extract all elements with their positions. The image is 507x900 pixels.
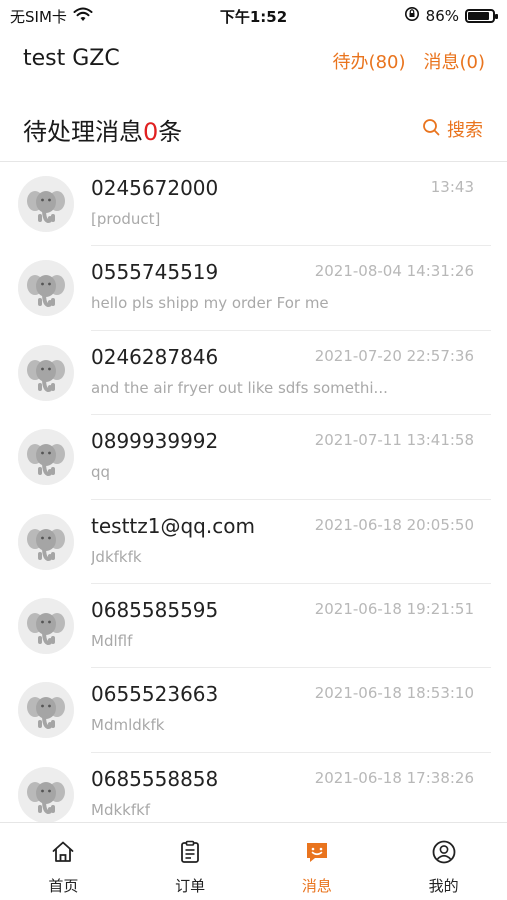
todo-link[interactable]: 待办(80)	[333, 48, 406, 74]
pending-count: 0	[143, 118, 159, 146]
pending-messages-section: 待处理消息0条 搜索	[0, 100, 507, 162]
message-time: 2021-06-18 17:38:26	[314, 768, 474, 787]
message-contact: 0555745519	[91, 260, 219, 285]
tab-bar: 首页 订单 消息 我的	[0, 822, 507, 900]
elephant-avatar-icon	[18, 260, 74, 317]
shop-name: test GZC	[23, 46, 120, 71]
tab-home-label: 首页	[48, 877, 79, 895]
tab-mine-label: 我的	[428, 877, 459, 895]
message-contact: 0246287846	[91, 344, 219, 369]
status-right: 86%	[404, 6, 498, 26]
message-time: 13:43	[430, 178, 474, 196]
message-preview: [product]	[91, 210, 161, 228]
message-row[interactable]: testtz1@qq.com 2021-06-18 20:05:50 Jdkfkfk	[0, 500, 507, 585]
tab-messages-label: 消息	[301, 877, 332, 895]
message-contact: 0245672000	[91, 176, 219, 200]
search-icon	[422, 118, 440, 141]
message-row[interactable]: 0655523663 2021-06-18 18:53:10 Mdmldkfk	[0, 668, 507, 754]
orientation-lock-icon	[404, 6, 420, 26]
section-title-suffix: 条	[158, 118, 183, 146]
elephant-avatar-icon	[18, 176, 74, 232]
elephant-avatar-icon	[18, 429, 74, 486]
elephant-avatar-icon	[18, 513, 74, 570]
elephant-avatar-icon	[18, 344, 74, 401]
message-row[interactable]: 0555745519 2021-08-04 14:31:26 hello pls s…	[0, 246, 507, 332]
section-title: 待处理消息0条	[23, 112, 182, 147]
tab-messages[interactable]: 消息	[254, 823, 381, 900]
message-time: 2021-06-18 20:05:50	[314, 515, 474, 534]
header-links: 待办(80) 消息(0)	[333, 48, 485, 74]
message-time: 2021-06-18 18:53:10	[314, 684, 474, 703]
message-time: 2021-07-11 13:41:58	[314, 431, 474, 450]
message-row[interactable]: 0245672000 13:43 [product]	[0, 162, 507, 247]
message-preview: Mdlflf	[91, 631, 133, 650]
message-row[interactable]: 0246287846 2021-07-20 22:57:36 and the air…	[0, 331, 507, 416]
status-bar: 无SIM卡 下午1:52 86%	[0, 0, 507, 32]
message-preview: Mdmldkfk	[91, 716, 165, 735]
tab-mine[interactable]: 我的	[380, 823, 507, 900]
message-row[interactable]: 0685558858 2021-06-18 17:38:26 Mdkkfkf	[0, 753, 507, 822]
battery-icon	[465, 9, 498, 23]
message-row[interactable]: 0685585595 2021-06-18 19:21:51 Mdlflf	[0, 584, 507, 669]
message-preview: Mdkkfkf	[91, 800, 151, 819]
message-contact: testtz1@qq.com	[91, 513, 255, 538]
message-time: 2021-08-04 14:31:26	[314, 262, 474, 281]
elephant-avatar-icon	[18, 597, 74, 654]
tab-orders[interactable]: 订单	[127, 823, 254, 900]
messages-link[interactable]: 消息(0)	[424, 48, 486, 74]
message-preview: Jdkfkfk	[91, 547, 142, 566]
section-title-prefix: 待处理消息	[23, 118, 143, 146]
battery-fill	[468, 12, 489, 20]
message-contact: 0655523663	[91, 682, 219, 707]
tab-orders-label: 订单	[175, 877, 206, 895]
message-list[interactable]: 0245672000 13:43 [product] 0555745519 2021-0…	[0, 162, 507, 822]
message-contact: 0899939992	[91, 429, 219, 454]
elephant-avatar-icon	[18, 766, 74, 822]
user-icon	[431, 839, 457, 869]
message-preview: and the air fryer out like sdfs somethi.…	[91, 378, 388, 397]
app-screen: 无SIM卡 下午1:52 86% test GZC 待办(80) 消息(0) 待…	[0, 0, 507, 900]
message-row[interactable]: 0899939992 2021-07-11 13:41:58 qq	[0, 415, 507, 500]
tab-home[interactable]: 首页	[0, 823, 127, 900]
message-time: 2021-07-20 22:57:36	[314, 346, 474, 365]
message-contact: 0685558858	[91, 766, 219, 791]
home-icon	[50, 839, 76, 869]
chat-bubble-icon	[304, 839, 330, 869]
message-time: 2021-06-18 19:21:51	[314, 599, 474, 618]
message-preview: hello pls shipp my order For me	[91, 294, 329, 313]
message-preview: qq	[91, 463, 111, 482]
battery-percent: 86%	[425, 7, 459, 25]
message-contact: 0685585595	[91, 597, 219, 622]
clipboard-icon	[177, 839, 203, 869]
elephant-avatar-icon	[18, 682, 74, 739]
search-label: 搜索	[447, 120, 483, 141]
search-button[interactable]: 搜索	[422, 116, 483, 142]
header: test GZC 待办(80) 消息(0)	[0, 38, 507, 88]
